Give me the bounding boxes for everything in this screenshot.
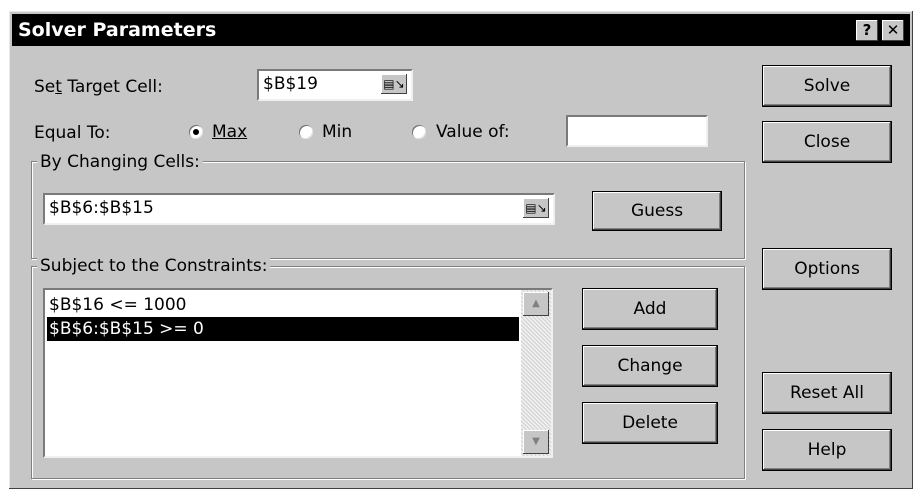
help-button[interactable]: Help	[762, 429, 892, 471]
change-button[interactable]: Change	[582, 345, 718, 387]
scroll-down-arrow-icon[interactable]: ▼	[523, 430, 549, 454]
max-radio[interactable]	[189, 125, 203, 139]
scroll-up-arrow-icon[interactable]: ▲	[523, 292, 549, 316]
constraints-scrollbar[interactable]: ▲ ▼	[521, 290, 551, 456]
delete-button[interactable]: Delete	[582, 402, 718, 444]
constraints-listbox[interactable]: $B$16 <= 1000 $B$6:$B$15 >= 0 ▲ ▼	[43, 288, 553, 458]
add-button[interactable]: Add	[582, 288, 718, 330]
title-bar: Solver Parameters ? ✕	[12, 14, 910, 46]
dialog-title: Solver Parameters	[18, 19, 217, 41]
target-cell-value: $B$19	[263, 74, 318, 94]
constraint-item[interactable]: $B$16 <= 1000	[47, 293, 187, 317]
value-of-radio[interactable]	[412, 125, 426, 139]
changing-cells-value: $B$6:$B$15	[49, 198, 154, 218]
constraints-title: Subject to the Constraints:	[37, 256, 271, 276]
solver-dialog: Solver Parameters ? ✕ Set Target Cell: $…	[8, 10, 914, 490]
solve-button[interactable]: Solve	[762, 65, 892, 107]
range-select-icon[interactable]: ▤↘	[523, 198, 549, 218]
target-cell-input[interactable]: $B$19 ▤↘	[257, 69, 413, 101]
options-button[interactable]: Options	[762, 248, 892, 290]
constraint-item-selected[interactable]: $B$6:$B$15 >= 0	[47, 317, 519, 341]
set-target-cell-label: Set Target Cell:	[34, 77, 163, 97]
reset-all-button[interactable]: Reset All	[762, 372, 892, 414]
min-radio-label[interactable]: Min	[322, 122, 352, 142]
close-button[interactable]: Close	[762, 121, 892, 163]
question-mark-icon: ?	[862, 21, 872, 39]
help-title-button[interactable]: ?	[856, 20, 878, 41]
close-title-button[interactable]: ✕	[882, 20, 904, 41]
min-radio[interactable]	[299, 125, 313, 139]
changing-cells-input[interactable]: $B$6:$B$15 ▤↘	[43, 193, 555, 225]
guess-button[interactable]: Guess	[592, 191, 722, 231]
equal-to-label: Equal To:	[34, 123, 111, 143]
range-select-icon[interactable]: ▤↘	[381, 74, 407, 94]
max-radio-label[interactable]: Max	[212, 122, 247, 142]
close-icon: ✕	[886, 21, 900, 39]
value-of-radio-label[interactable]: Value of:	[436, 122, 510, 142]
changing-cells-title: By Changing Cells:	[37, 152, 203, 172]
value-of-input[interactable]	[566, 115, 708, 147]
